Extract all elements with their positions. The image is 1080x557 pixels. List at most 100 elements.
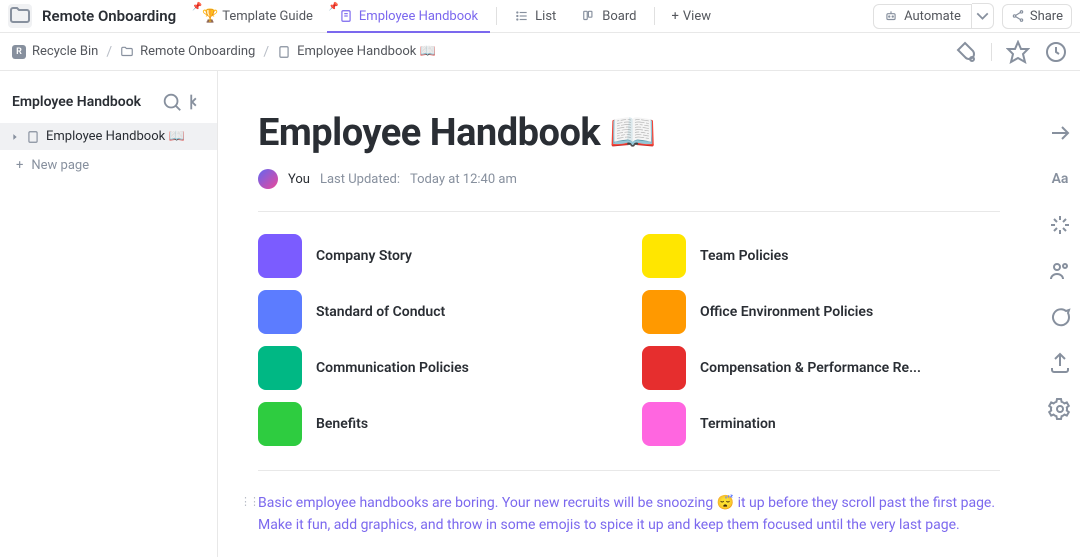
chevron-down-icon bbox=[972, 4, 993, 28]
section-card[interactable]: Standard of Conduct bbox=[258, 290, 616, 334]
breadcrumb-employee-handbook[interactable]: Employee Handbook 📖 bbox=[297, 44, 436, 59]
doc-meta: You Last Updated: Today at 12:40 am bbox=[258, 169, 1000, 189]
typography-icon: Aa bbox=[1052, 171, 1069, 187]
card-label: Benefits bbox=[316, 416, 368, 432]
section-card[interactable]: Benefits bbox=[258, 402, 616, 446]
list-icon bbox=[515, 9, 529, 23]
fill-button[interactable] bbox=[953, 40, 977, 64]
divider bbox=[991, 43, 992, 61]
trophy-icon: 🏆 bbox=[202, 9, 216, 23]
section-card[interactable]: Communication Policies bbox=[258, 346, 616, 390]
folder-icon bbox=[120, 45, 134, 59]
card-swatch bbox=[258, 346, 302, 390]
right-rail: Aa bbox=[1040, 71, 1080, 557]
rail-settings-button[interactable] bbox=[1048, 397, 1072, 421]
folder-icon bbox=[8, 4, 32, 28]
sidebar: Employee Handbook Employee Handbook 📖 + … bbox=[0, 71, 218, 557]
rail-people-button[interactable] bbox=[1048, 259, 1072, 283]
plus-icon: + bbox=[16, 158, 23, 173]
caret-icon[interactable] bbox=[10, 132, 20, 142]
tab-divider bbox=[496, 7, 497, 25]
updated-label: Last Updated: bbox=[320, 172, 400, 187]
expand-icon bbox=[1048, 121, 1072, 145]
section-card[interactable]: Compensation & Performance Re... bbox=[642, 346, 1000, 390]
breadcrumb-separator: / bbox=[106, 44, 112, 60]
doc-content: Employee Handbook 📖 You Last Updated: To… bbox=[218, 71, 1040, 557]
add-view-button[interactable]: + View bbox=[661, 9, 721, 24]
doc-icon bbox=[277, 45, 291, 59]
history-button[interactable] bbox=[1044, 40, 1068, 64]
workspace-name: Remote Onboarding bbox=[42, 7, 176, 25]
tab-label: Board bbox=[602, 9, 636, 24]
folder-button[interactable] bbox=[8, 4, 32, 28]
comment-icon bbox=[1048, 305, 1072, 329]
new-page-label: New page bbox=[31, 158, 89, 173]
section-card[interactable]: Company Story bbox=[258, 234, 616, 278]
search-icon bbox=[161, 91, 183, 113]
paragraph-block[interactable]: ⋮⋮ Basic employee handbooks are boring. … bbox=[258, 493, 1000, 536]
people-icon bbox=[1048, 259, 1072, 283]
card-swatch bbox=[642, 234, 686, 278]
rail-ai-button[interactable] bbox=[1048, 213, 1072, 237]
card-label: Communication Policies bbox=[316, 360, 469, 376]
workspace-badge[interactable]: R bbox=[12, 45, 26, 59]
tab-list[interactable]: List bbox=[503, 0, 568, 33]
robot-icon bbox=[884, 9, 898, 23]
doc-icon bbox=[26, 130, 40, 144]
author-label[interactable]: You bbox=[288, 172, 310, 187]
doc-icon bbox=[339, 9, 353, 23]
tab-label: List bbox=[535, 9, 556, 24]
sparkle-icon bbox=[1048, 213, 1072, 237]
card-grid: Company Story Team Policies Standard of Co… bbox=[258, 234, 1000, 446]
automate-button[interactable]: Automate bbox=[873, 4, 972, 29]
card-label: Standard of Conduct bbox=[316, 304, 445, 320]
clock-icon bbox=[1044, 40, 1068, 64]
page-title[interactable]: Employee Handbook 📖 bbox=[258, 111, 1000, 155]
section-card[interactable]: Termination bbox=[642, 402, 1000, 446]
sidebar-search-button[interactable] bbox=[161, 91, 183, 113]
favorite-button[interactable] bbox=[1006, 40, 1030, 64]
paint-drop-icon bbox=[953, 40, 977, 64]
paragraph-text[interactable]: Basic employee handbooks are boring. You… bbox=[258, 493, 1000, 536]
tab-strip: Remote Onboarding 📌 🏆 Template Guide 📌 E… bbox=[0, 0, 1080, 33]
tree-item-employee-handbook[interactable]: Employee Handbook 📖 bbox=[0, 123, 217, 150]
rail-expand-button[interactable] bbox=[1048, 121, 1072, 145]
breadcrumb-remote-onboarding[interactable]: Remote Onboarding bbox=[140, 44, 255, 59]
rail-export-button[interactable] bbox=[1048, 351, 1072, 375]
doc-area: Employee Handbook 📖 You Last Updated: To… bbox=[218, 71, 1080, 557]
section-card[interactable]: Team Policies bbox=[642, 234, 1000, 278]
share-label: Share bbox=[1030, 9, 1063, 24]
view-label: View bbox=[683, 9, 711, 24]
card-swatch bbox=[642, 346, 686, 390]
new-page-button[interactable]: + New page bbox=[0, 150, 217, 181]
section-card[interactable]: Office Environment Policies bbox=[642, 290, 1000, 334]
rail-typography-button[interactable]: Aa bbox=[1048, 167, 1072, 191]
card-label: Termination bbox=[700, 416, 776, 432]
breadcrumb-separator: / bbox=[263, 44, 269, 60]
tab-board[interactable]: Board bbox=[570, 0, 648, 33]
tab-employee-handbook[interactable]: 📌 Employee Handbook bbox=[327, 0, 490, 33]
star-icon bbox=[1006, 40, 1030, 64]
automate-dropdown[interactable] bbox=[972, 3, 994, 29]
tab-divider bbox=[654, 7, 655, 25]
tab-template-guide[interactable]: 📌 🏆 Template Guide bbox=[190, 0, 325, 33]
pin-icon: 📌 bbox=[192, 2, 202, 11]
avatar[interactable] bbox=[258, 169, 278, 189]
card-label: Company Story bbox=[316, 248, 412, 264]
card-swatch bbox=[258, 290, 302, 334]
breadcrumb-label: Recycle Bin bbox=[32, 44, 98, 59]
card-swatch bbox=[258, 234, 302, 278]
tree-item-label: Employee Handbook 📖 bbox=[46, 129, 185, 144]
rail-comment-button[interactable] bbox=[1048, 305, 1072, 329]
sidebar-title: Employee Handbook bbox=[12, 94, 161, 110]
tab-label: Template Guide bbox=[222, 9, 313, 24]
separator bbox=[258, 470, 1000, 471]
drag-handle-icon[interactable]: ⋮⋮ bbox=[240, 495, 258, 508]
breadcrumb-recycle-bin[interactable]: Recycle Bin bbox=[32, 44, 98, 59]
sidebar-collapse-button[interactable] bbox=[183, 91, 205, 113]
breadcrumb-label: Employee Handbook 📖 bbox=[297, 44, 436, 59]
separator bbox=[258, 211, 1000, 212]
breadcrumb-label: Remote Onboarding bbox=[140, 44, 255, 59]
share-icon bbox=[1011, 9, 1025, 23]
share-button[interactable]: Share bbox=[1002, 4, 1072, 29]
